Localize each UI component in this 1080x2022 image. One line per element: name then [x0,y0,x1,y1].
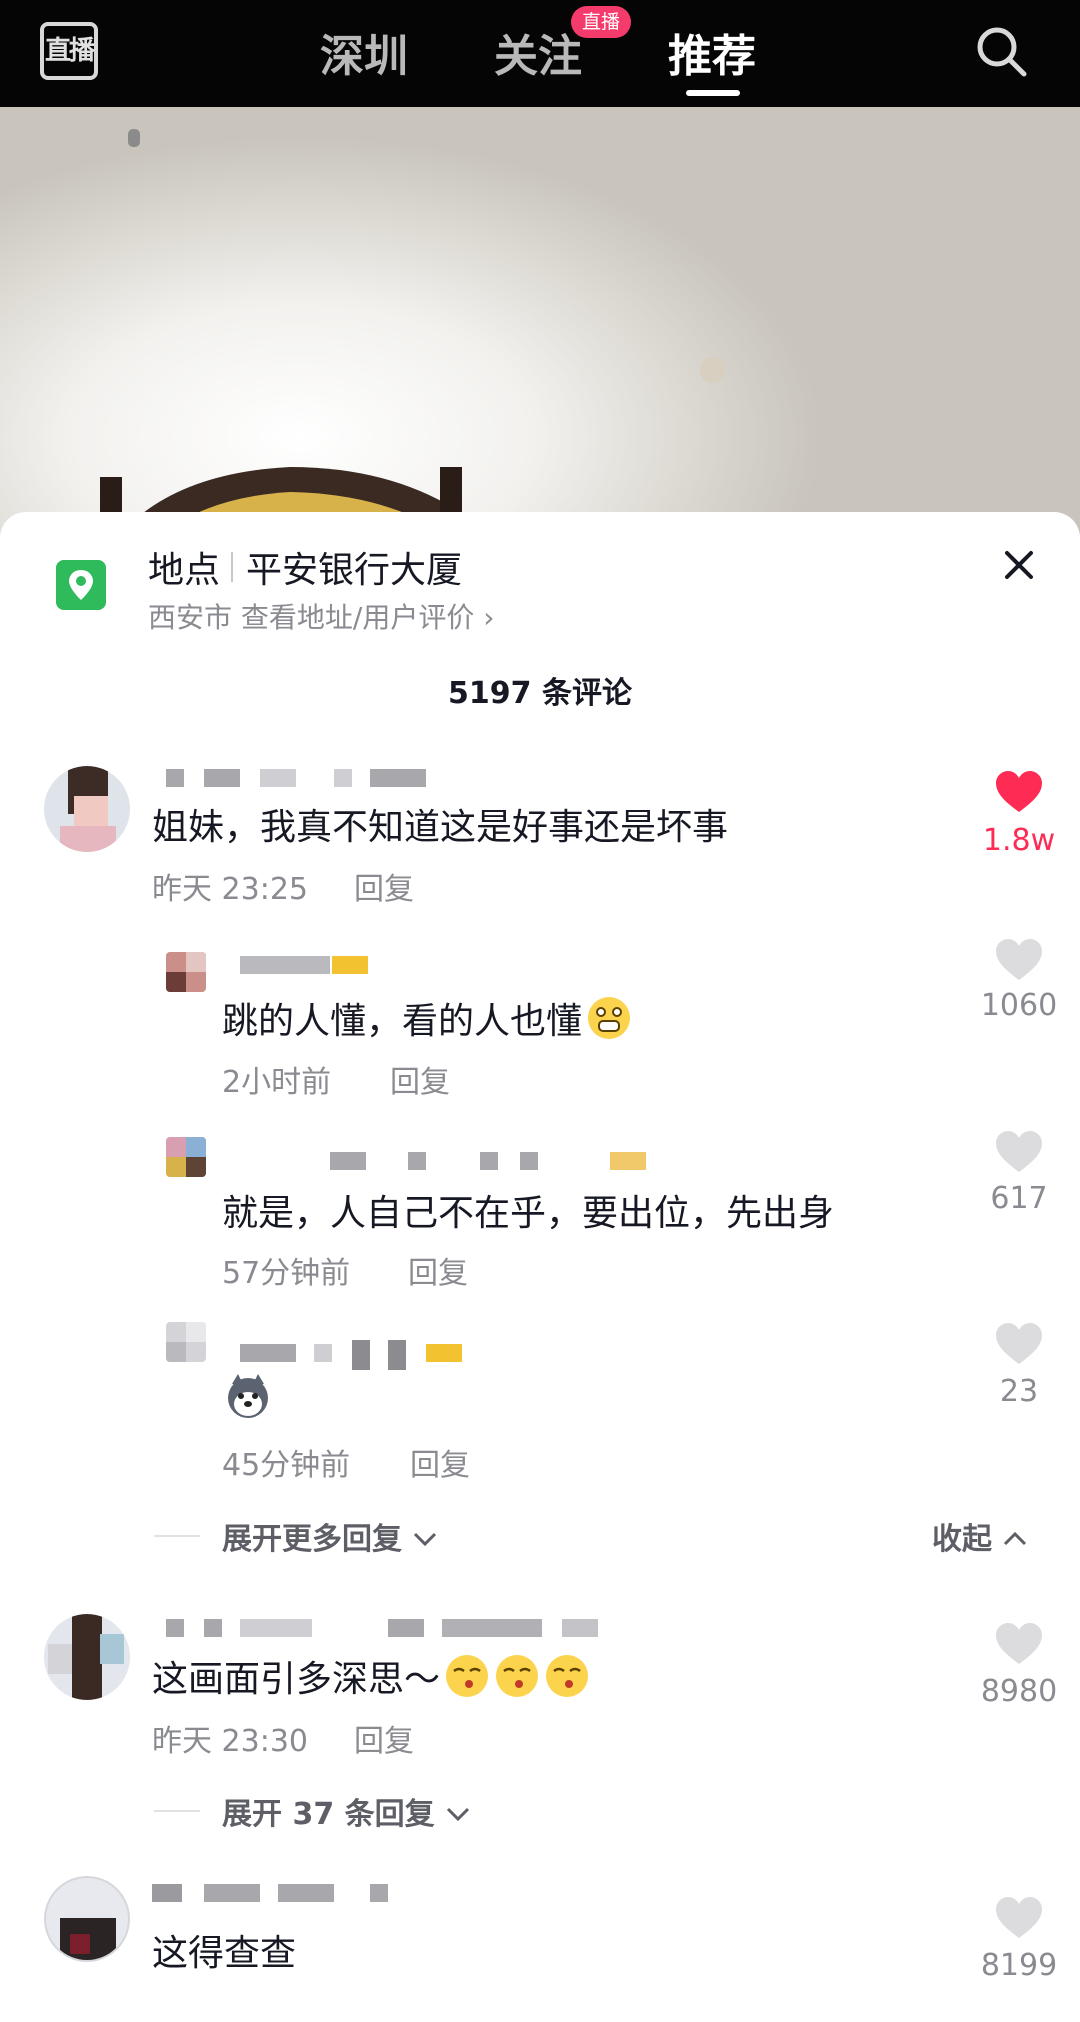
heart-outline-icon [996,1323,1042,1364]
chevron-down-icon [414,1532,437,1547]
reply-time: 2小时前 [222,1065,332,1100]
heart-filled-icon [996,771,1042,812]
avatar[interactable] [166,952,206,992]
ceiling-fixture [128,129,140,147]
like-count: 8980 [980,1674,1058,1709]
tab-city[interactable]: 深圳 [320,20,408,84]
like-count: 1.8w [982,823,1056,858]
like-button[interactable] [979,1322,1059,1366]
comment-count-title: 5197 条评论 [448,676,632,711]
kissing-emoji-icon [546,1655,589,1697]
username-redacted[interactable] [166,765,426,789]
username-redacted[interactable] [166,1615,626,1639]
like-button[interactable] [979,1622,1059,1666]
live-tv-icon[interactable]: 直播 [40,22,98,80]
comment-text: 这画面引多深思～ [152,1650,590,1702]
like-count: 1060 [980,988,1058,1023]
live-badge: 直播 [571,6,631,38]
chevron-up-icon [1004,1531,1027,1546]
reply-button[interactable]: 回复 [354,864,414,908]
collapse-label: 收起 [932,1522,992,1557]
location-pin-icon [56,560,106,610]
like-button[interactable] [979,938,1059,982]
username-redacted[interactable] [152,1880,392,1904]
username-redacted[interactable] [240,952,370,976]
heart-outline-icon [996,1897,1042,1938]
location-name[interactable]: 平安银行大厦 [246,541,462,593]
heart-outline-icon [996,1623,1042,1664]
location-label: 地点 [148,550,221,591]
reply-text-content: 跳的人懂，看的人也懂 [222,1001,583,1042]
active-tab-indicator [686,90,740,96]
heart-outline-icon [996,939,1042,980]
expand-label: 展开更多回复 [222,1522,402,1557]
comment-time: 昨天 23:25 [152,872,308,907]
kissing-emoji-icon [496,1655,539,1697]
kissing-emoji-icon [446,1655,489,1697]
video-background[interactable] [0,107,1080,537]
expand-label: 展开 37 条回复 [222,1797,435,1832]
like-count: 617 [990,1181,1048,1216]
comment-text: 这得查查 [152,1933,297,1974]
tab-recommended[interactable]: 推荐 [668,20,756,84]
comment-time: 昨天 23:30 [152,1724,308,1759]
username-redacted[interactable] [240,1340,480,1370]
like-button[interactable] [979,1896,1059,1940]
reply-text: 就是，人自己不在乎，要出位，先出身 [222,1193,835,1234]
reply-button[interactable]: 回复 [410,1440,470,1484]
username-redacted[interactable] [330,1148,650,1172]
close-icon[interactable] [1000,546,1038,584]
like-button[interactable] [979,1130,1059,1174]
divider [154,1810,200,1812]
divider [154,1535,200,1537]
like-count: 23 [999,1374,1039,1409]
reply-button[interactable]: 回复 [354,1716,414,1760]
location-subtitle-link[interactable]: 西安市 查看地址/用户评价 › [148,596,494,636]
reply-text: 跳的人懂，看的人也懂 [222,992,632,1044]
shocked-emoji-icon [588,997,631,1039]
husky-dog-emoji-icon [228,1374,268,1418]
avatar[interactable] [44,766,130,852]
comment-text-content: 这画面引多深思～ [152,1659,441,1700]
collapse-replies-button[interactable]: 收起 [932,1514,1028,1558]
expand-more-replies-button[interactable]: 展开更多回复 [222,1514,438,1558]
heart-outline-icon [996,1131,1042,1172]
divider [231,552,233,582]
avatar[interactable] [44,1876,130,1962]
expand-replies-button[interactable]: 展开 37 条回复 [222,1789,471,1833]
chevron-down-icon [447,1807,470,1822]
reply-button[interactable]: 回复 [408,1248,468,1292]
like-button[interactable] [979,770,1059,814]
search-icon[interactable] [972,22,1030,80]
comments-sheet [0,512,1080,2022]
avatar[interactable] [166,1322,206,1362]
reply-time: 45分钟前 [222,1448,351,1483]
top-nav-bar: 直播 深圳 关注 直播 推荐 [0,0,1080,107]
avatar[interactable] [44,1614,130,1700]
comment-text: 姐妹，我真不知道这是好事还是坏事 [152,807,729,848]
reply-time: 57分钟前 [222,1256,351,1291]
reply-button[interactable]: 回复 [390,1057,450,1101]
tab-following[interactable]: 关注 [494,20,582,84]
ceiling-fixture [700,357,726,383]
like-count: 8199 [980,1948,1058,1983]
avatar[interactable] [166,1137,206,1177]
